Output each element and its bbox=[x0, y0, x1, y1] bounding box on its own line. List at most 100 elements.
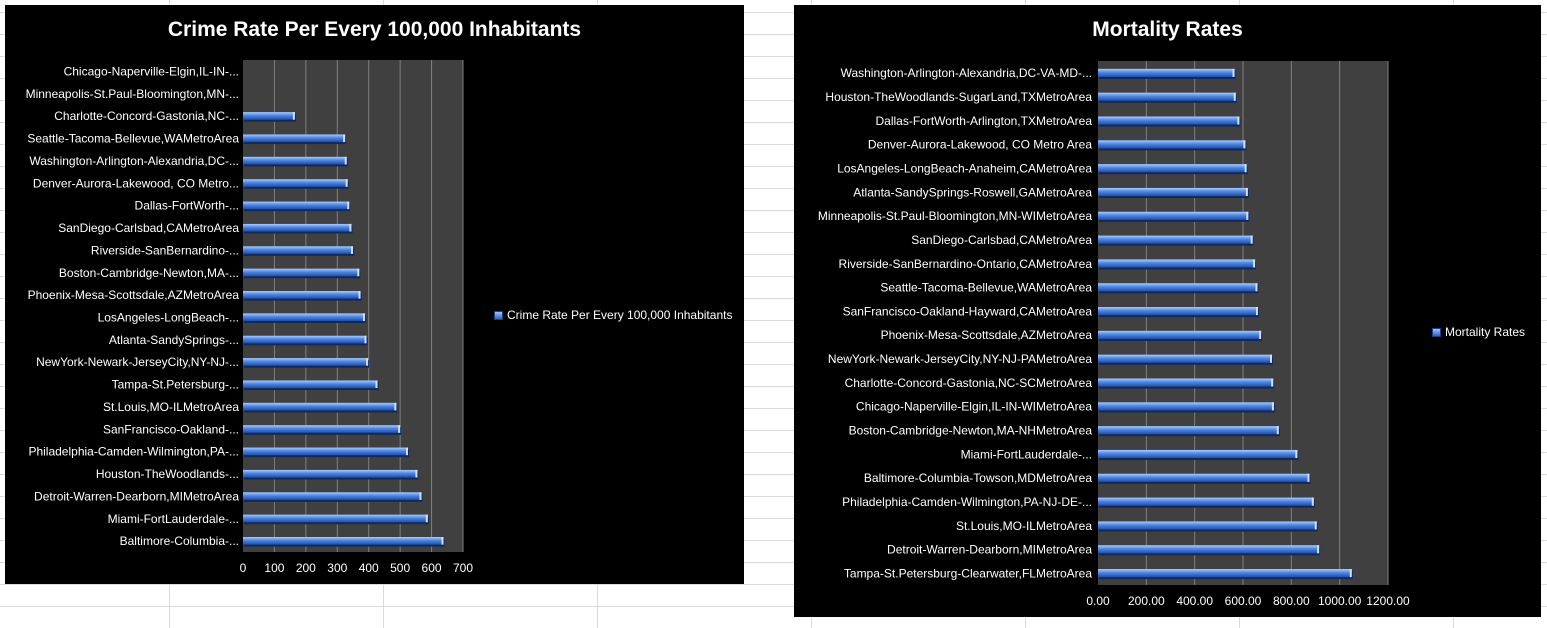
bar-cap bbox=[1244, 164, 1247, 173]
bar[interactable] bbox=[243, 514, 428, 523]
bar-cap bbox=[1271, 402, 1274, 411]
bar[interactable] bbox=[243, 179, 348, 187]
y-category-label: Riverside-SanBernardino-... bbox=[91, 243, 239, 257]
bar-cap bbox=[1233, 92, 1236, 101]
bar[interactable] bbox=[243, 223, 352, 232]
x-tick-label: 1000.00 bbox=[1318, 594, 1362, 608]
bar[interactable] bbox=[1098, 283, 1258, 292]
y-category-label: Seattle-Tacoma-Bellevue,WAMetroArea bbox=[880, 281, 1092, 295]
y-category-label: Dallas-FortWorth-Arlington,TXMetroArea bbox=[875, 114, 1092, 128]
bar[interactable] bbox=[1098, 378, 1274, 387]
crime-rate-chart[interactable]: Crime Rate Per Every 100,000 Inhabitants… bbox=[5, 5, 744, 584]
x-tick-label: 800.00 bbox=[1273, 594, 1310, 608]
bar[interactable] bbox=[1098, 211, 1249, 220]
bar[interactable] bbox=[1098, 164, 1247, 173]
bar[interactable] bbox=[243, 112, 295, 120]
bar[interactable] bbox=[1098, 92, 1236, 101]
bar[interactable] bbox=[1098, 235, 1253, 244]
y-category-label: Charlotte-Concord-Gastonia,NC-... bbox=[54, 109, 239, 123]
y-category-label: LosAngeles-LongBeach-... bbox=[98, 311, 239, 325]
bar-cap bbox=[366, 358, 369, 366]
bar-cap bbox=[441, 537, 444, 545]
bar[interactable] bbox=[243, 537, 444, 545]
bar-cap bbox=[1245, 187, 1248, 197]
y-category-label: Houston-TheWoodlands-... bbox=[96, 467, 239, 481]
bar[interactable] bbox=[243, 291, 361, 299]
bar-cap bbox=[398, 425, 401, 433]
bar[interactable] bbox=[243, 469, 418, 478]
bar[interactable] bbox=[243, 201, 350, 210]
bar[interactable] bbox=[243, 380, 378, 389]
y-category-label: Philadelphia-Camden-Wilmington,PA-NJ-DE-… bbox=[842, 495, 1092, 509]
bar-cap bbox=[1311, 497, 1314, 506]
y-category-label: LosAngeles-LongBeach-Anaheim,CAMetroArea bbox=[837, 162, 1092, 176]
legend-swatch bbox=[1432, 327, 1441, 337]
bar[interactable] bbox=[243, 358, 369, 366]
bar-cap bbox=[351, 246, 353, 254]
bar-cap bbox=[1270, 354, 1272, 363]
bar-cap bbox=[1255, 283, 1258, 292]
bar[interactable] bbox=[243, 156, 347, 165]
bar-cap bbox=[1243, 140, 1246, 149]
y-category-label: Washington-Arlington-Alexandria,DC-VA-MD… bbox=[841, 66, 1092, 80]
legend-label: Crime Rate Per Every 100,000 Inhabitants bbox=[507, 308, 733, 322]
y-category-label: Miami-FortLauderdale-... bbox=[961, 447, 1092, 461]
bar-cap bbox=[425, 514, 428, 523]
y-category-label: Baltimore-Columbia-Towson,MDMetroArea bbox=[864, 471, 1092, 485]
bar-cap bbox=[1349, 569, 1352, 578]
y-category-label: Charlotte-Concord-Gastonia,NC-SCMetroAre… bbox=[845, 376, 1093, 390]
bar[interactable] bbox=[1098, 140, 1246, 149]
bar[interactable] bbox=[243, 492, 422, 500]
y-category-label: Denver-Aurora-Lakewood, CO Metro Area bbox=[868, 138, 1092, 152]
y-category-label: St.Louis,MO-ILMetroArea bbox=[956, 519, 1092, 533]
x-tick-label: 600 bbox=[422, 561, 442, 575]
bar[interactable] bbox=[1098, 545, 1320, 554]
bar[interactable] bbox=[1098, 330, 1262, 339]
bar-cap bbox=[349, 223, 352, 232]
bar[interactable] bbox=[243, 313, 365, 321]
bar-cap bbox=[364, 335, 367, 344]
bar-cap bbox=[1250, 235, 1253, 244]
bar[interactable] bbox=[243, 268, 360, 277]
bar-cap bbox=[394, 402, 397, 411]
y-category-label: Riverside-SanBernardino-Ontario,CAMetroA… bbox=[839, 257, 1093, 271]
y-category-label: SanDiego-Carlsbad,CAMetroArea bbox=[58, 221, 239, 235]
legend-swatch bbox=[494, 310, 503, 320]
y-category-label: NewYork-Newark-JerseyCity,NY-NJ-PAMetroA… bbox=[828, 352, 1092, 366]
bar-cap bbox=[1271, 378, 1274, 387]
bar[interactable] bbox=[1098, 259, 1256, 268]
bar[interactable] bbox=[1098, 354, 1272, 363]
bar-cap bbox=[375, 380, 378, 389]
y-category-label: St.Louis,MO-ILMetroArea bbox=[103, 400, 239, 414]
x-tick-label: 1200.00 bbox=[1366, 594, 1410, 608]
bar[interactable] bbox=[1098, 569, 1352, 578]
bar[interactable] bbox=[1098, 307, 1258, 316]
bar[interactable] bbox=[243, 402, 397, 411]
bar[interactable] bbox=[243, 134, 346, 143]
bar[interactable] bbox=[1098, 402, 1274, 411]
mortality-rate-chart[interactable]: Mortality Rates 0.00 200.00 400.00 600.00 80… bbox=[794, 5, 1541, 617]
y-category-label: Atlanta-SandySprings-... bbox=[109, 333, 239, 347]
bar[interactable] bbox=[243, 335, 367, 344]
bar[interactable] bbox=[243, 447, 408, 456]
bar-cap bbox=[347, 201, 350, 210]
bar[interactable] bbox=[243, 425, 401, 433]
bar[interactable] bbox=[1098, 521, 1317, 530]
bar-cap bbox=[1246, 211, 1249, 220]
bar[interactable] bbox=[1098, 116, 1240, 125]
bar-cap bbox=[357, 268, 360, 277]
bar[interactable] bbox=[1098, 473, 1310, 482]
chart-legend: Crime Rate Per Every 100,000 Inhabitants bbox=[494, 308, 732, 322]
bar-cap bbox=[1314, 521, 1317, 530]
bar-cap bbox=[345, 179, 348, 187]
bar[interactable] bbox=[1098, 449, 1298, 459]
y-category-label: Minneapolis-St.Paul-Bloomington,MN-... bbox=[26, 87, 239, 101]
bar[interactable] bbox=[1098, 187, 1248, 197]
bar-cap bbox=[1317, 545, 1320, 554]
y-category-label: Miami-FortLauderdale-... bbox=[108, 512, 239, 526]
bar[interactable] bbox=[243, 246, 353, 254]
bar[interactable] bbox=[1098, 497, 1314, 506]
bar[interactable] bbox=[1098, 68, 1235, 77]
bar[interactable] bbox=[1098, 426, 1279, 435]
y-category-label: Detroit-Warren-Dearborn,MIMetroArea bbox=[887, 543, 1092, 557]
